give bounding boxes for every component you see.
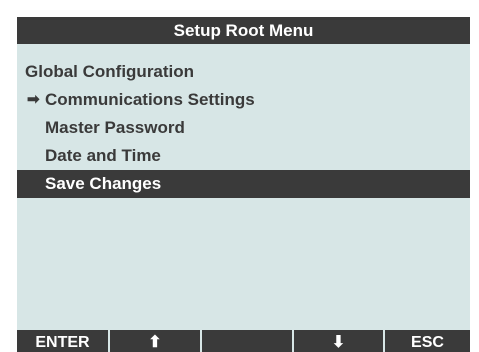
menu-item-master-password[interactable]: Master Password [17,114,470,142]
up-arrow-icon[interactable]: ⬆ [110,330,202,352]
enter-softkey[interactable]: ENTER [17,330,110,352]
pointer-arrow-icon: ➡ [27,91,40,108]
blank-softkey[interactable] [202,330,294,352]
screen-title: Setup Root Menu [17,17,470,44]
menu-item-label: Master Password [45,118,185,137]
lcd-screen: Setup Root Menu Global Configuration ➡ C… [17,17,470,352]
esc-softkey[interactable]: ESC [385,330,470,352]
menu-item-date-and-time[interactable]: Date and Time [17,142,470,170]
menu-item-label: Date and Time [45,146,161,165]
menu-item-save-changes[interactable]: Save Changes [17,170,470,198]
softkey-bar: ENTER ⬆ ⬇ ESC [17,330,470,352]
menu-item-communications-settings[interactable]: ➡ Communications Settings [17,86,470,114]
down-arrow-icon[interactable]: ⬇ [294,330,385,352]
menu-item-label: Communications Settings [45,90,255,109]
menu-item-label: Global Configuration [25,62,195,81]
setup-menu: Global Configuration ➡ Communications Se… [17,58,470,198]
menu-item-label: Save Changes [45,174,162,193]
menu-item-global-configuration[interactable]: Global Configuration [17,58,470,86]
